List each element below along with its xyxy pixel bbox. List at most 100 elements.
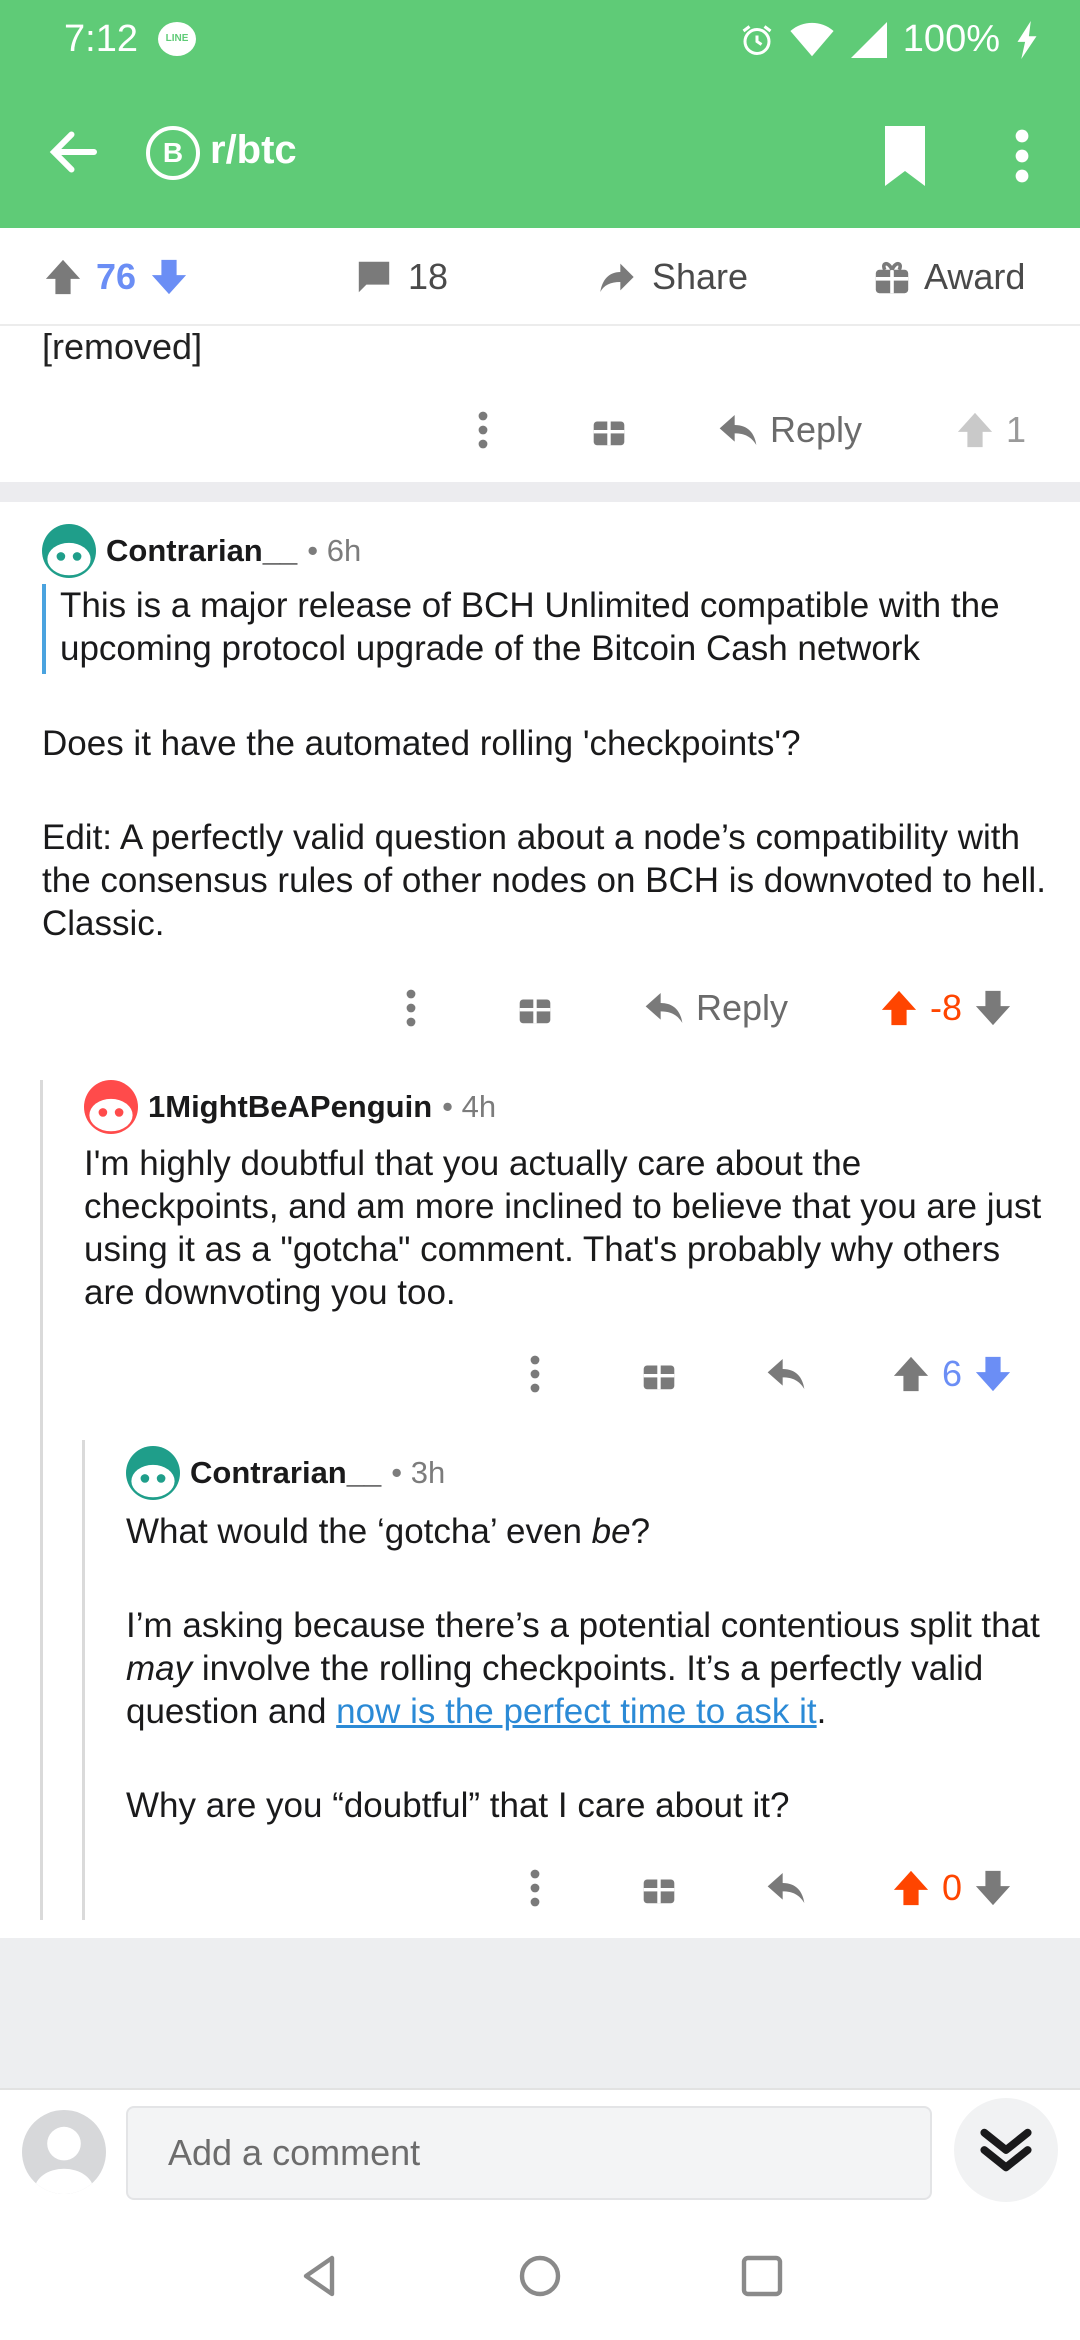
comment-vote-group: -8 xyxy=(880,978,1012,1038)
avatar[interactable] xyxy=(84,1080,138,1134)
comment-actions: 0 xyxy=(0,1858,1080,1918)
comment-text: Does it have the automated rolling 'chec… xyxy=(42,724,801,763)
comments-button[interactable]: 18 xyxy=(354,252,448,302)
reply-icon xyxy=(645,993,683,1023)
comment-score: 6 xyxy=(942,1353,963,1394)
line-notification-icon: LINE xyxy=(158,22,196,56)
comment-bubble-icon xyxy=(358,261,390,293)
more-options-icon[interactable] xyxy=(1002,126,1042,186)
subreddit-icon[interactable]: B xyxy=(146,126,200,180)
signal-icon xyxy=(850,21,887,58)
reply-icon xyxy=(767,1873,805,1903)
upvote-icon[interactable] xyxy=(956,410,994,450)
comment-author[interactable]: 1MightBeAPenguin xyxy=(148,1089,432,1125)
comment-age: • 4h xyxy=(442,1089,497,1124)
reply-button[interactable] xyxy=(766,1344,806,1404)
thread-line xyxy=(82,1440,85,1920)
reply-button[interactable]: Reply xyxy=(644,978,788,1038)
nav-recents-icon[interactable] xyxy=(738,2252,786,2300)
comment-actions: Reply 1 xyxy=(0,400,1080,460)
comment-score: 1 xyxy=(1006,409,1027,450)
post-action-bar: 76 18 Share Award xyxy=(0,228,1080,326)
battery-percent: 100% xyxy=(902,18,1000,60)
comment-vote-group: 1 xyxy=(956,400,1026,460)
thread-line xyxy=(40,1080,43,1920)
comment-author[interactable]: Contrarian__ xyxy=(190,1455,381,1491)
comment-award-button[interactable] xyxy=(518,978,552,1038)
upvote-icon[interactable] xyxy=(44,257,82,297)
nav-home-icon[interactable] xyxy=(516,2252,564,2300)
comment-text: Why are you “doubtful” that I care about… xyxy=(126,1786,790,1825)
divider xyxy=(0,482,1080,502)
more-vertical-icon xyxy=(530,1869,540,1907)
comment-author[interactable]: Contrarian__ xyxy=(106,533,297,569)
comment-actions: Reply -8 xyxy=(0,978,1080,1038)
comment-more-button[interactable] xyxy=(470,400,496,460)
reply-button[interactable] xyxy=(766,1858,806,1918)
comment-more-button[interactable] xyxy=(522,1344,548,1404)
status-time: 7:12 xyxy=(64,18,138,60)
gift-icon xyxy=(519,999,551,1024)
alarm-icon xyxy=(742,24,772,55)
upvote-icon[interactable] xyxy=(892,1354,930,1394)
comment-quote: This is a major release of BCH Unlimited… xyxy=(42,584,1062,674)
comment-header: Contrarian__ • 3h xyxy=(126,1446,445,1500)
comment-link[interactable]: now is the perfect time to ask it xyxy=(336,1692,816,1731)
post-vote-group: 76 xyxy=(44,252,188,302)
comment-award-button[interactable] xyxy=(642,1858,676,1918)
comment-award-button[interactable] xyxy=(592,400,626,460)
subreddit-name[interactable]: r/btc xyxy=(210,128,297,173)
reply-icon xyxy=(719,415,757,445)
post-score: 76 xyxy=(96,256,137,297)
reply-button[interactable]: Reply xyxy=(718,400,862,460)
downvote-icon[interactable] xyxy=(974,988,1012,1028)
comment-age: • 6h xyxy=(307,533,362,568)
jump-to-bottom-button[interactable] xyxy=(954,2098,1058,2202)
add-comment-input[interactable]: Add a comment xyxy=(126,2106,932,2200)
reply-label: Reply xyxy=(770,409,863,450)
comment-score: 0 xyxy=(942,1867,963,1908)
more-vertical-icon xyxy=(406,989,416,1027)
comment-age: • 3h xyxy=(391,1455,446,1490)
comment-text: I'm highly doubtful that you actually ca… xyxy=(84,1144,1042,1312)
reply-icon xyxy=(767,1359,805,1389)
double-chevron-down-icon xyxy=(980,2128,1032,2172)
comments-end-area xyxy=(0,1938,1080,2088)
comment-more-button[interactable] xyxy=(522,1858,548,1918)
comment-score: -8 xyxy=(930,987,963,1028)
gift-icon xyxy=(643,1365,675,1390)
comment-more-button[interactable] xyxy=(398,978,424,1038)
back-arrow-icon[interactable] xyxy=(44,122,104,182)
comment-actions: 6 xyxy=(0,1344,1080,1404)
downvote-icon[interactable] xyxy=(974,1868,1012,1908)
gift-icon xyxy=(643,1879,675,1904)
award-button[interactable]: Award xyxy=(874,252,1025,302)
share-arrow-icon xyxy=(600,263,634,292)
more-vertical-icon xyxy=(478,411,488,449)
avatar[interactable] xyxy=(126,1446,180,1500)
removed-comment-text: [removed] xyxy=(42,326,203,367)
wifi-icon xyxy=(790,22,834,56)
comment-header: 1MightBeAPenguin • 4h xyxy=(84,1080,496,1134)
reply-label: Reply xyxy=(696,987,789,1028)
upvote-icon[interactable] xyxy=(892,1868,930,1908)
comment-award-button[interactable] xyxy=(642,1344,676,1404)
downvote-icon[interactable] xyxy=(150,257,188,297)
comment-vote-group: 6 xyxy=(892,1344,1012,1404)
app-bar: B r/btc xyxy=(0,100,1080,210)
avatar[interactable] xyxy=(42,524,96,578)
gift-icon xyxy=(875,261,909,294)
comment-text: Edit: A perfectly valid question about a… xyxy=(42,818,1046,943)
comment-text: What would the ‘gotcha’ even be? xyxy=(126,1512,651,1551)
bookmark-icon[interactable] xyxy=(880,126,930,186)
comment-vote-group: 0 xyxy=(892,1858,1012,1918)
share-button[interactable]: Share xyxy=(596,252,748,302)
nav-back-icon[interactable] xyxy=(296,2252,344,2300)
downvote-icon[interactable] xyxy=(974,1354,1012,1394)
removed-comment: [removed] Reply 1 xyxy=(0,326,1080,482)
system-navigation-bar xyxy=(0,2212,1080,2340)
upvote-icon[interactable] xyxy=(880,988,918,1028)
app-header: 7:12 LINE 100% B r/btc xyxy=(0,0,1080,228)
user-avatar[interactable] xyxy=(22,2110,106,2194)
comment-count: 18 xyxy=(408,256,449,297)
